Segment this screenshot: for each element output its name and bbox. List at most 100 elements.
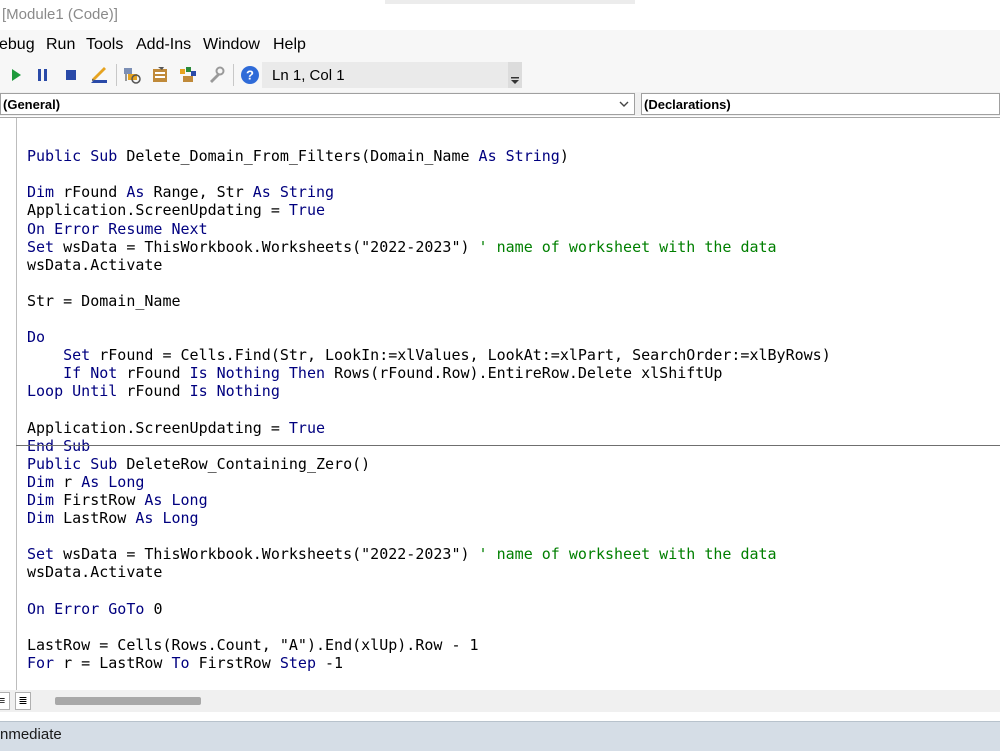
code-keyword: Set: [63, 346, 100, 365]
code-keyword: Loop Until: [27, 382, 127, 401]
code-line: Public Sub Delete_Domain_From_Filters(Do…: [27, 147, 569, 165]
chevron-down-icon: [511, 77, 519, 84]
code-text: LastRow = Cells(Rows.Count, "A").End(xlU…: [27, 635, 479, 654]
code-keyword: Dim: [27, 491, 64, 509]
code-text: Application.ScreenUpdating =: [27, 418, 289, 437]
code-comment: ' name of worksheet with the data: [478, 545, 777, 564]
code-keyword: If Not: [63, 364, 127, 383]
code-text: Application.ScreenUpdating =: [27, 201, 289, 220]
code-keyword: Public Sub: [27, 147, 127, 166]
menu-run[interactable]: Run: [46, 36, 75, 54]
code-line: wsData.Activate: [27, 256, 162, 274]
code-keyword: Set: [27, 545, 64, 564]
code-keyword: As Long: [144, 491, 208, 509]
code-text: Range, Str: [153, 183, 253, 202]
code-text: wsData = ThisWorkbook.Worksheets("2022-2…: [63, 237, 479, 256]
code-text: FirstRow: [198, 653, 280, 672]
title-bar-highlight: [385, 0, 635, 4]
code-text: Str = Domain_Name: [27, 291, 181, 310]
code-keyword: True: [288, 201, 326, 220]
code-keyword: Is Nothing Then: [189, 364, 335, 383]
code-line: Str = Domain_Name: [27, 292, 181, 310]
toolbox-icon[interactable]: [206, 65, 226, 85]
code-text: wsData.Activate: [27, 255, 163, 274]
code-text: rFound = Cells.Find(Str, LookIn:=xlValue…: [99, 346, 831, 365]
cursor-position-box: Ln 1, Col 1: [262, 62, 508, 88]
run-icon[interactable]: [6, 65, 26, 85]
code-text: wsData = ThisWorkbook.Worksheets("2022-2…: [63, 545, 479, 564]
immediate-window[interactable]: nmediate: [0, 721, 1000, 751]
procedure-view-button[interactable]: ≡: [0, 692, 10, 710]
code-text: DeleteRow_Containing_Zero(): [126, 454, 371, 473]
code-window-footer: ≡ ≣: [0, 690, 1000, 712]
code-line: On Error Resume Next: [27, 220, 208, 238]
toolbar-separator: [116, 64, 117, 86]
code-keyword: To: [171, 653, 199, 672]
menu-add-ins[interactable]: Add-Ins: [136, 36, 191, 54]
full-module-view-icon: ≣: [18, 695, 28, 707]
code-editor[interactable]: Public Sub Delete_Domain_From_Filters(Do…: [0, 117, 1000, 691]
code-line: Dim LastRow As Long: [27, 509, 199, 527]
margin-indicator-bar[interactable]: [0, 118, 17, 691]
code-keyword: As String: [478, 147, 560, 166]
code-line: Dim rFound As Range, Str As String: [27, 183, 334, 201]
code-keyword: Public Sub: [27, 454, 127, 473]
code-keyword: True: [288, 418, 326, 437]
code-keyword: As String: [252, 183, 335, 202]
code-line: Set wsData = ThisWorkbook.Worksheets("20…: [27, 238, 777, 256]
full-module-view-button[interactable]: ≣: [15, 692, 31, 710]
svg-text:?: ?: [246, 68, 254, 83]
code-text: rFound: [63, 183, 127, 202]
code-line: Do: [27, 328, 45, 346]
standard-toolbar: ? Ln 1, Col 1: [0, 58, 1000, 92]
toolbar-options-button[interactable]: [508, 62, 522, 88]
horizontal-scrollbar-thumb[interactable]: [55, 697, 201, 705]
menu-help[interactable]: Help: [273, 36, 306, 54]
code-line: Dim FirstRow As Long: [27, 491, 208, 509]
object-dropdown[interactable]: (General): [0, 93, 635, 115]
code-keyword: As Long: [81, 472, 145, 491]
code-line: Public Sub DeleteRow_Containing_Zero(): [27, 455, 370, 473]
code-text: Delete_Domain_From_Filters(Domain_Name: [126, 147, 479, 166]
code-text: 0: [153, 599, 163, 618]
reset-icon[interactable]: [61, 65, 81, 85]
procedure-dropdown[interactable]: (Declarations): [641, 93, 1000, 115]
chevron-down-icon[interactable]: [618, 98, 630, 110]
code-keyword: As: [126, 183, 154, 202]
menu-window[interactable]: Window: [203, 36, 260, 54]
code-text: ): [559, 147, 569, 166]
code-text: r: [63, 472, 82, 491]
code-keyword: On Error GoTo: [27, 599, 154, 618]
design-mode-icon[interactable]: [89, 65, 109, 85]
procedure-view-icon: ≡: [0, 695, 6, 707]
menu-tools[interactable]: Tools: [86, 36, 123, 54]
code-keyword: Step: [279, 653, 326, 672]
properties-icon[interactable]: [150, 65, 170, 85]
object-browser-icon[interactable]: [178, 65, 198, 85]
menu-debug[interactable]: ebug: [0, 36, 35, 54]
code-line: wsData.Activate: [27, 563, 162, 581]
title-bar: [Module1 (Code)]: [0, 0, 1000, 30]
code-text: rFound: [126, 364, 190, 383]
code-text: Rows(rFound.Row).EntireRow.Delete xlShif…: [334, 364, 723, 383]
code-keyword: Do: [27, 328, 46, 347]
code-keyword: On Error Resume Next: [27, 219, 208, 238]
cursor-position: Ln 1, Col 1: [272, 67, 345, 84]
window-title: [Module1 (Code)]: [2, 6, 118, 23]
code-line: Application.ScreenUpdating = True: [27, 419, 325, 437]
code-line: LastRow = Cells(Rows.Count, "A").End(xlU…: [27, 636, 479, 654]
project-explorer-icon[interactable]: [122, 65, 142, 85]
code-line: Application.ScreenUpdating = True: [27, 201, 325, 219]
procedure-separator: [16, 445, 1000, 446]
code-line: Dim r As Long: [27, 473, 144, 491]
immediate-window-title: nmediate: [0, 726, 62, 743]
help-icon[interactable]: ?: [240, 65, 260, 85]
break-icon[interactable]: [33, 65, 53, 85]
code-window-header: (General) (Declarations): [0, 92, 1000, 116]
procedure-dropdown-value: (Declarations): [644, 97, 731, 112]
code-keyword: Dim: [27, 183, 64, 202]
code-keyword: Dim: [27, 509, 64, 528]
code-text: LastRow: [63, 509, 136, 528]
